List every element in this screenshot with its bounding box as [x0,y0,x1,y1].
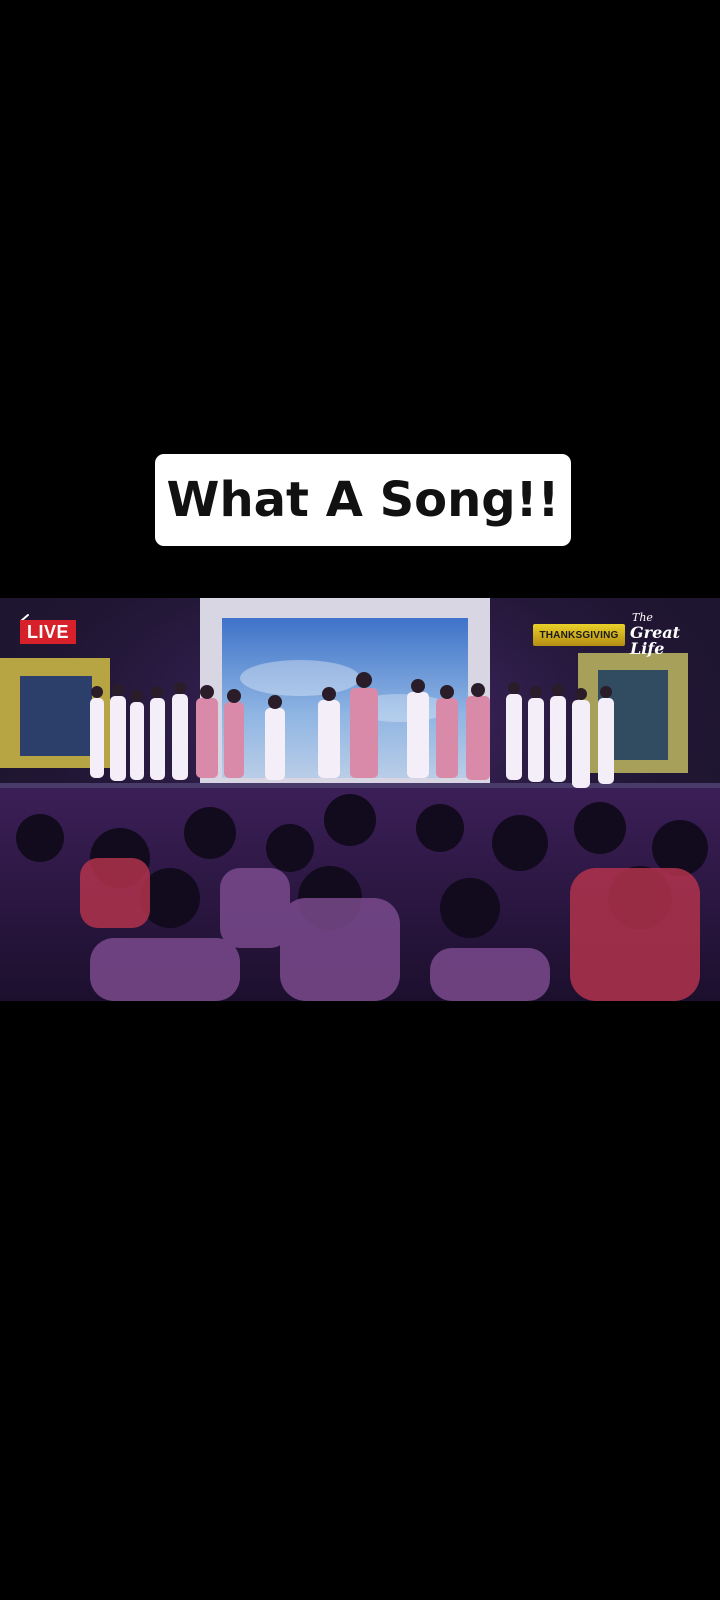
screen: What A Song!! LIVE THANKSGIVING The Grea… [0,0,720,1600]
event-logo: THANKSGIVING [533,624,625,646]
caption-box: What A Song!! [155,454,571,546]
brand-logo-line2: Great Life [630,623,681,658]
brand-logo-line1: The [632,611,653,624]
brand-logo: The Great Life [630,611,710,658]
video-player[interactable] [0,598,720,1001]
video-frame [0,598,720,1001]
caption-text: What A Song!! [166,472,560,528]
live-badge: LIVE [20,620,76,644]
